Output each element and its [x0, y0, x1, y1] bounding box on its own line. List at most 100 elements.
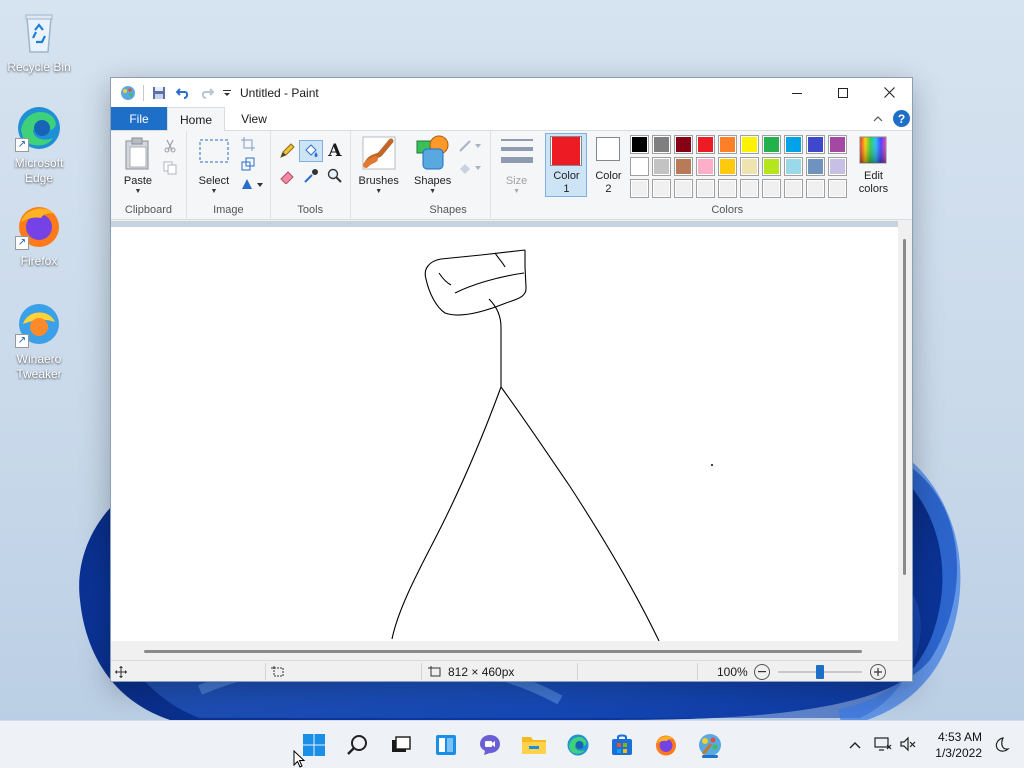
palette-swatch[interactable]: [718, 135, 738, 154]
palette-swatch[interactable]: [718, 179, 738, 198]
network-icon[interactable]: [874, 736, 892, 755]
horizontal-scroll-thumb[interactable]: [144, 650, 862, 653]
color-palette: [630, 131, 850, 201]
paint-taskbar-button[interactable]: [694, 729, 726, 761]
title-bar: Untitled - Paint: [111, 78, 912, 107]
palette-swatch[interactable]: [718, 157, 738, 176]
task-view-button[interactable]: [385, 729, 417, 761]
shape-outline-icon[interactable]: [457, 137, 483, 155]
desktop-icon-recycle-bin[interactable]: Recycle Bin: [2, 8, 76, 75]
palette-swatch[interactable]: [806, 135, 826, 154]
palette-swatch[interactable]: [762, 135, 782, 154]
palette-swatch[interactable]: [784, 157, 804, 176]
color1-button[interactable]: Color 1: [545, 133, 588, 197]
status-divider: [697, 663, 698, 680]
tab-file[interactable]: File: [111, 107, 167, 130]
palette-swatch[interactable]: [630, 179, 650, 198]
colors-group: Color 1 Color 2 Edit colors Colors: [542, 131, 912, 220]
palette-swatch[interactable]: [674, 179, 694, 198]
help-icon[interactable]: ?: [893, 110, 910, 127]
magnifier-icon[interactable]: [325, 166, 345, 186]
customize-qat-icon[interactable]: [222, 84, 232, 102]
horizontal-scrollbar[interactable]: [111, 641, 912, 662]
brushes-button[interactable]: Brushes ▼: [357, 135, 401, 196]
crop-icon[interactable]: [239, 135, 257, 153]
drawing-canvas[interactable]: [111, 227, 898, 642]
palette-swatch[interactable]: [762, 179, 782, 198]
tab-view[interactable]: View: [225, 107, 283, 130]
palette-swatch[interactable]: [674, 157, 694, 176]
resize-icon[interactable]: [239, 155, 257, 173]
save-icon[interactable]: [150, 84, 168, 102]
pencil-icon[interactable]: [277, 141, 297, 161]
collapse-ribbon-icon[interactable]: [871, 112, 885, 126]
zoom-in-button[interactable]: [869, 663, 886, 680]
clock[interactable]: 4:53 AM 1/3/2022: [935, 729, 982, 761]
widgets-button[interactable]: [430, 729, 462, 761]
color2-button[interactable]: Color 2: [590, 137, 626, 196]
palette-swatch[interactable]: [828, 179, 848, 198]
undo-icon[interactable]: [174, 84, 192, 102]
close-button[interactable]: [866, 78, 912, 107]
palette-swatch[interactable]: [828, 157, 848, 176]
select-button[interactable]: Select ▼: [193, 137, 235, 196]
focus-assist-icon[interactable]: [992, 736, 1010, 757]
palette-swatch[interactable]: [740, 157, 760, 176]
color-picker-icon[interactable]: [301, 166, 321, 186]
tab-home[interactable]: Home: [167, 107, 225, 132]
palette-swatch[interactable]: [828, 135, 848, 154]
store-button[interactable]: [606, 729, 638, 761]
paint-app-icon[interactable]: [119, 84, 137, 102]
search-button[interactable]: [342, 729, 374, 761]
zoom-slider-thumb[interactable]: [815, 664, 824, 679]
status-divider: [421, 663, 422, 680]
palette-swatch[interactable]: [806, 157, 826, 176]
vertical-scroll-thumb[interactable]: [903, 239, 906, 575]
palette-swatch[interactable]: [696, 135, 716, 154]
file-explorer-button[interactable]: [518, 729, 550, 761]
rotate-icon[interactable]: [239, 175, 265, 193]
palette-swatch[interactable]: [762, 157, 782, 176]
firefox-taskbar-button[interactable]: [650, 729, 682, 761]
volume-muted-icon[interactable]: [900, 736, 916, 755]
palette-swatch-color: [698, 181, 714, 196]
zoom-controls: 100%: [717, 661, 886, 682]
paste-button[interactable]: Paste ▼: [119, 137, 157, 196]
palette-swatch-color: [676, 181, 692, 196]
palette-swatch[interactable]: [652, 179, 672, 198]
palette-swatch[interactable]: [696, 157, 716, 176]
eraser-icon[interactable]: [277, 166, 297, 186]
vertical-scrollbar[interactable]: [898, 221, 912, 662]
palette-swatch-color: [632, 137, 648, 152]
copy-icon[interactable]: [161, 159, 179, 177]
desktop-icon-firefox[interactable]: ↗ Firefox: [2, 202, 76, 269]
palette-swatch[interactable]: [674, 135, 694, 154]
minimize-button[interactable]: [774, 78, 820, 107]
edge-taskbar-button[interactable]: [562, 729, 594, 761]
palette-swatch[interactable]: [784, 135, 804, 154]
edit-colors-button[interactable]: Edit colors: [851, 135, 895, 196]
palette-swatch[interactable]: [630, 135, 650, 154]
zoom-out-button[interactable]: [753, 663, 770, 680]
palette-swatch[interactable]: [740, 135, 760, 154]
fill-icon[interactable]: [298, 140, 323, 162]
shapes-button[interactable]: Shapes ▼: [411, 135, 455, 196]
text-icon[interactable]: A: [325, 141, 345, 161]
show-hidden-icons-button[interactable]: [846, 741, 864, 749]
palette-swatch[interactable]: [630, 157, 650, 176]
desktop-icon-winaero-tweaker[interactable]: ↗ Winaero Tweaker: [2, 300, 76, 382]
redo-icon[interactable]: [198, 84, 216, 102]
size-button[interactable]: Size ▼: [495, 135, 539, 196]
palette-swatch[interactable]: [784, 179, 804, 198]
palette-swatch[interactable]: [696, 179, 716, 198]
cut-icon[interactable]: [161, 137, 179, 155]
palette-swatch[interactable]: [806, 179, 826, 198]
maximize-button[interactable]: [820, 78, 866, 107]
palette-swatch[interactable]: [652, 157, 672, 176]
desktop-icon-edge[interactable]: ↗ Microsoft Edge: [2, 104, 76, 186]
chat-button[interactable]: [474, 729, 506, 761]
palette-swatch[interactable]: [740, 179, 760, 198]
zoom-slider[interactable]: [777, 664, 862, 680]
shape-fill-icon[interactable]: [457, 159, 483, 177]
palette-swatch[interactable]: [652, 135, 672, 154]
